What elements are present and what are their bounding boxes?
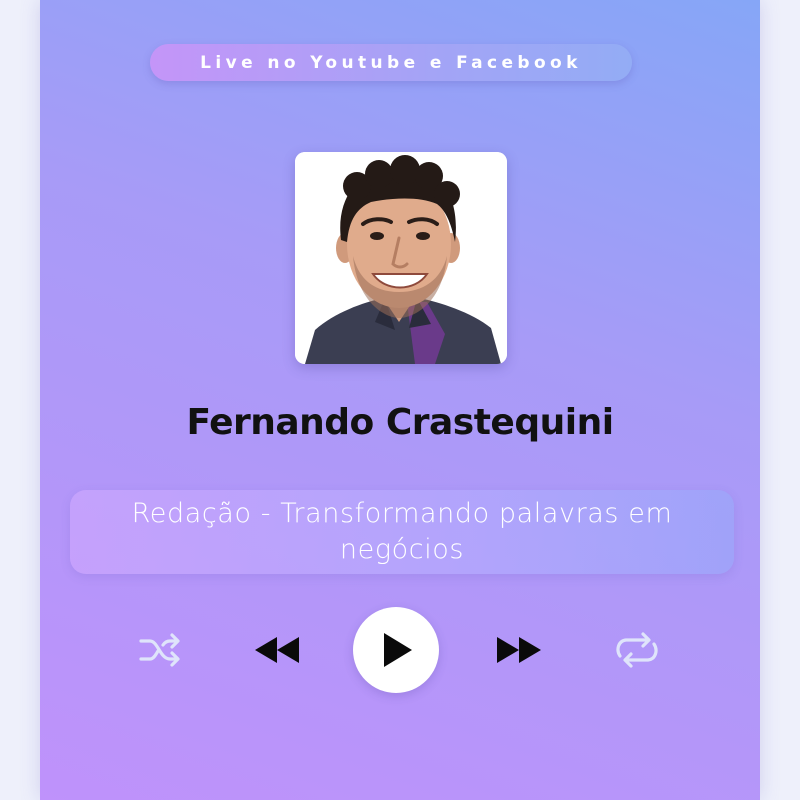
player-controls bbox=[40, 600, 760, 700]
session-title: Redação - Transformando palavras em negó… bbox=[131, 498, 673, 565]
player-card: Live no Youtube e Facebook Fernando Cras… bbox=[40, 0, 760, 800]
shuffle-icon bbox=[139, 633, 180, 667]
repeat-icon bbox=[616, 632, 658, 668]
live-badge: Live no Youtube e Facebook bbox=[150, 44, 632, 81]
play-icon bbox=[384, 633, 412, 667]
presenter-photo bbox=[295, 152, 507, 364]
shuffle-button[interactable] bbox=[138, 632, 184, 668]
rewind-icon bbox=[255, 637, 299, 663]
rewind-button[interactable] bbox=[252, 634, 302, 666]
play-button[interactable] bbox=[353, 607, 439, 693]
repeat-button[interactable] bbox=[612, 630, 662, 670]
person-portrait-icon bbox=[295, 152, 507, 364]
presenter-name: Fernando Crastequini bbox=[186, 402, 614, 443]
fast-forward-button[interactable] bbox=[494, 634, 544, 666]
fast-forward-icon bbox=[497, 637, 541, 663]
session-title-box: Redação - Transformando palavras em negó… bbox=[70, 490, 734, 574]
